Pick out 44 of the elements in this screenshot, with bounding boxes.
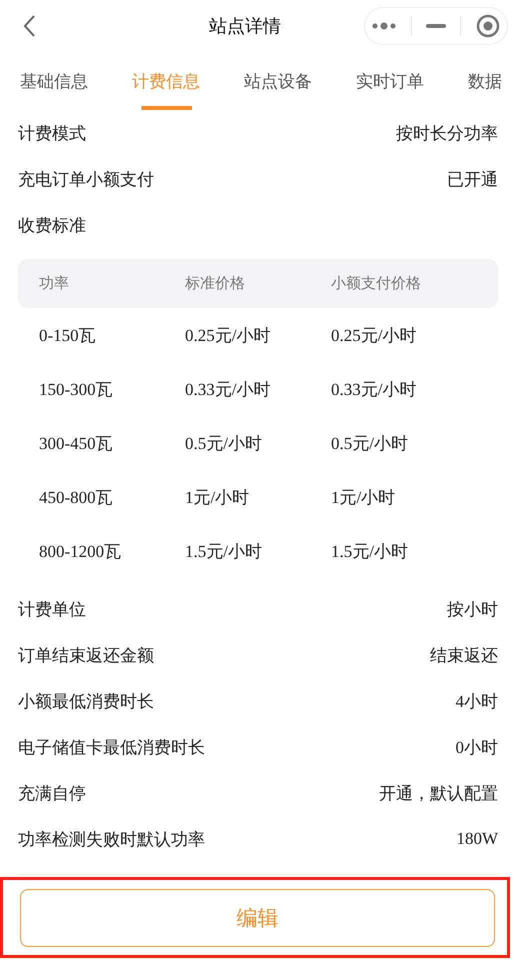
- field-value: 4小时: [456, 690, 498, 712]
- field-label: 功率检测失败时默认功率: [18, 828, 205, 850]
- column-header: 标准价格: [185, 274, 246, 293]
- field-label: 充满自停: [18, 782, 86, 804]
- field-label: 计费单位: [18, 598, 86, 620]
- table-cell-text: 1元/小时: [331, 486, 396, 508]
- field-label: 计费模式: [18, 122, 86, 144]
- field-label: 小额最低消费时长: [18, 690, 154, 712]
- tab[interactable]: 基础信息: [20, 52, 88, 110]
- field-label: 收费标准: [18, 214, 86, 236]
- table-cell-text: 800-1200瓦: [39, 540, 122, 562]
- table-cell-text: 450-800瓦: [39, 486, 114, 508]
- tab[interactable]: 站点设备: [244, 52, 312, 110]
- table-cell-text: 0.25元/小时: [331, 324, 418, 346]
- page-title: 站点详情: [209, 15, 281, 38]
- field-value: 已开通: [447, 168, 498, 190]
- table-cell-text: 1元/小时: [185, 486, 250, 508]
- field-value: 按小时: [447, 598, 498, 620]
- table-cell-text: 300-450瓦: [39, 432, 114, 454]
- field-label: 订单结束返还金额: [18, 644, 154, 666]
- tab[interactable]: 实时订单: [356, 52, 424, 110]
- table-cell-text: 0-150瓦: [39, 324, 97, 346]
- table-cell-text: 0.5元/小时: [185, 432, 263, 454]
- table-cell-text: 0.33元/小时: [331, 378, 418, 400]
- table-cell-text: 0.33元/小时: [185, 378, 272, 400]
- table-cell-text: 1.5元/小时: [331, 540, 409, 562]
- minimize-icon[interactable]: [426, 24, 446, 28]
- field-label: 电子储值卡最低消费时长: [18, 736, 205, 758]
- table-cell-text: 0.5元/小时: [331, 432, 409, 454]
- table-cell-text: 150-300瓦: [39, 378, 114, 400]
- table-cell-text: 0.25元/小时: [185, 324, 272, 346]
- table-cell-text: 1.5元/小时: [185, 540, 263, 562]
- target-icon[interactable]: [476, 14, 500, 38]
- field-value: 开通，默认配置: [379, 782, 498, 804]
- field-label: 充电订单小额支付: [18, 168, 154, 190]
- more-icon[interactable]: [372, 22, 396, 30]
- column-header: 功率: [39, 274, 70, 293]
- tab[interactable]: 数据: [468, 52, 502, 110]
- field-value: 结束返还: [430, 644, 498, 666]
- field-value: 0小时: [456, 736, 498, 758]
- column-header: 小额支付价格: [331, 274, 422, 293]
- field-value: 180W: [456, 829, 498, 849]
- field-value: 按时长分功率: [396, 122, 498, 144]
- back-icon[interactable]: [22, 14, 36, 38]
